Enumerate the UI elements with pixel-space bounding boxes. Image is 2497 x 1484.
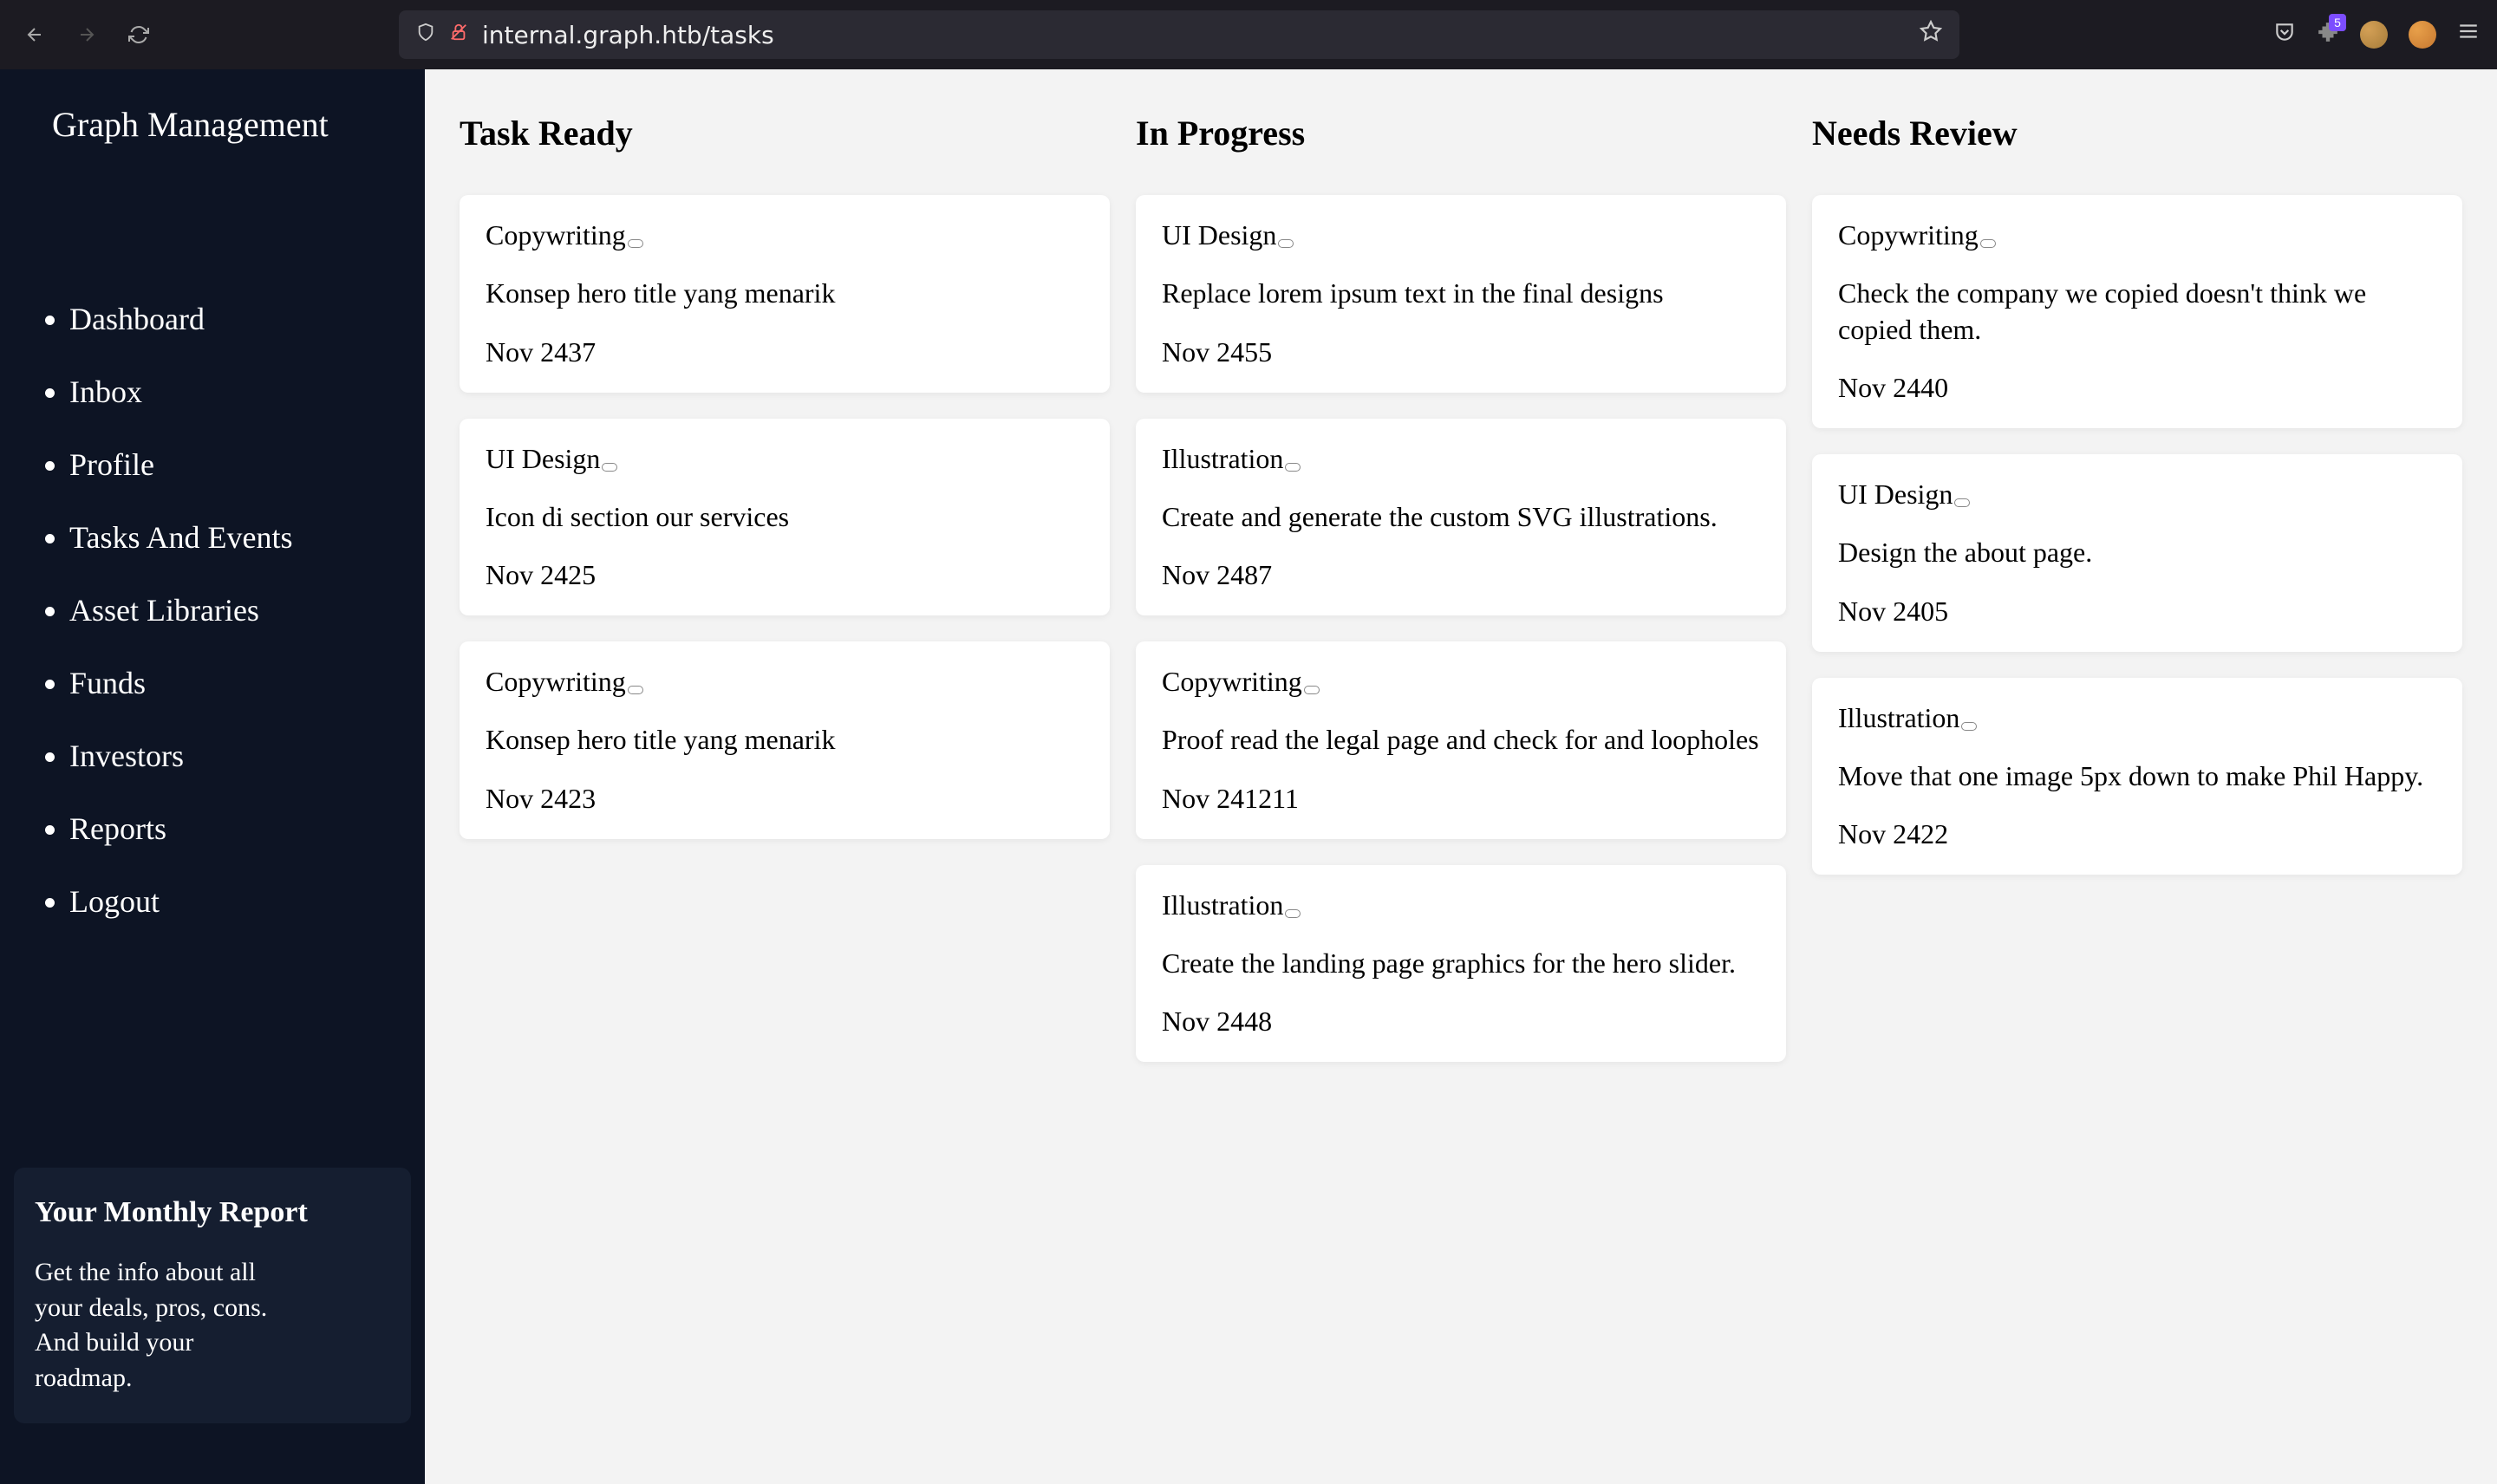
card-tag: Illustration [1162, 889, 1760, 921]
column-title: Needs Review [1812, 113, 2462, 153]
column-needs-review: Needs Review Copywriting Check the compa… [1812, 113, 2462, 1088]
card-tag: Illustration [1838, 702, 2436, 734]
pocket-icon[interactable] [2273, 21, 2296, 49]
card-tag: Copywriting [1838, 219, 2436, 251]
card-tag: Copywriting [1162, 666, 1760, 698]
forward-button[interactable] [69, 24, 104, 45]
column-in-progress: In Progress UI Design Replace lorem ipsu… [1136, 113, 1786, 1088]
tag-icon [1304, 686, 1320, 694]
tag-icon [1285, 463, 1301, 472]
card-desc: Design the about page. [1838, 535, 2436, 571]
sidebar-item-investors[interactable]: Investors [69, 738, 425, 774]
card-tag: UI Design [486, 443, 1084, 475]
back-button[interactable] [17, 24, 52, 45]
sidebar-item-profile[interactable]: Profile [69, 446, 425, 483]
extension-icon[interactable]: 5 [2317, 21, 2339, 49]
card-date: Nov 2425 [486, 559, 1084, 591]
card-date: Nov 2423 [486, 783, 1084, 815]
extension-badge: 5 [2329, 14, 2346, 31]
tag-icon [1961, 722, 1977, 731]
cookie-extension-icon[interactable] [2360, 21, 2388, 49]
task-card[interactable]: Illustration Move that one image 5px dow… [1812, 678, 2462, 875]
card-tag: Illustration [1162, 443, 1760, 475]
card-desc: Replace lorem ipsum text in the final de… [1162, 276, 1760, 312]
report-title: Your Monthly Report [35, 1195, 390, 1231]
sidebar-item-funds[interactable]: Funds [69, 665, 425, 701]
sidebar-item-tasks[interactable]: Tasks And Events [69, 519, 425, 556]
card-desc: Create the landing page graphics for the… [1162, 946, 1760, 982]
reload-button[interactable] [121, 24, 156, 45]
app-title: Graph Management [0, 104, 425, 145]
task-card[interactable]: Illustration Create and generate the cus… [1136, 419, 1786, 616]
card-date: Nov 2440 [1838, 372, 2436, 404]
card-date: Nov 2405 [1838, 596, 2436, 628]
hamburger-menu-icon[interactable] [2457, 20, 2480, 49]
card-desc: Create and generate the custom SVG illus… [1162, 499, 1760, 536]
task-card[interactable]: Copywriting Konsep hero title yang menar… [460, 195, 1110, 393]
card-desc: Konsep hero title yang menarik [486, 722, 1084, 758]
task-card[interactable]: Copywriting Check the company we copied … [1812, 195, 2462, 428]
extension-avatar-icon[interactable] [2409, 21, 2436, 49]
column-title: Task Ready [460, 113, 1110, 153]
sidebar: Graph Management Dashboard Inbox Profile… [0, 69, 425, 1484]
task-card[interactable]: Copywriting Konsep hero title yang menar… [460, 641, 1110, 839]
sidebar-item-inbox[interactable]: Inbox [69, 374, 425, 410]
tag-icon [1285, 909, 1301, 918]
column-task-ready: Task Ready Copywriting Konsep hero title… [460, 113, 1110, 1088]
shield-icon[interactable] [416, 23, 435, 48]
card-desc: Check the company we copied doesn't thin… [1838, 276, 2436, 348]
nav-list: Dashboard Inbox Profile Tasks And Events… [0, 301, 425, 956]
tag-icon [602, 463, 617, 472]
browser-toolbar: internal.graph.htb/tasks 5 [0, 0, 2497, 69]
column-title: In Progress [1136, 113, 1786, 153]
card-desc: Move that one image 5px down to make Phi… [1838, 758, 2436, 795]
task-card[interactable]: UI Design Icon di section our services N… [460, 419, 1110, 616]
tag-icon [1954, 498, 1970, 507]
report-desc: Get the info about all your deals, pros,… [35, 1255, 295, 1396]
sidebar-item-reports[interactable]: Reports [69, 810, 425, 847]
lock-insecure-icon[interactable] [449, 23, 468, 48]
card-date: Nov 2455 [1162, 336, 1760, 368]
card-desc: Proof read the legal page and check for … [1162, 722, 1760, 758]
kanban-board: Task Ready Copywriting Konsep hero title… [460, 113, 2462, 1088]
browser-toolbar-right: 5 [2273, 20, 2480, 49]
tag-icon [628, 686, 643, 694]
task-card[interactable]: Copywriting Proof read the legal page an… [1136, 641, 1786, 839]
card-desc: Icon di section our services [486, 499, 1084, 536]
card-date: Nov 2422 [1838, 818, 2436, 850]
task-card[interactable]: UI Design Replace lorem ipsum text in th… [1136, 195, 1786, 393]
card-date: Nov 2437 [486, 336, 1084, 368]
card-tag: Copywriting [486, 666, 1084, 698]
card-desc: Konsep hero title yang menarik [486, 276, 1084, 312]
sidebar-item-logout[interactable]: Logout [69, 883, 425, 920]
tag-icon [1980, 239, 1996, 248]
address-bar[interactable]: internal.graph.htb/tasks [399, 10, 1959, 59]
card-date: Nov 2448 [1162, 1006, 1760, 1038]
card-tag: Copywriting [486, 219, 1084, 251]
tag-icon [1278, 239, 1294, 248]
card-date: Nov 2487 [1162, 559, 1760, 591]
card-date: Nov 241211 [1162, 783, 1760, 815]
sidebar-item-dashboard[interactable]: Dashboard [69, 301, 425, 337]
task-card[interactable]: UI Design Design the about page. Nov 240… [1812, 454, 2462, 652]
monthly-report-card[interactable]: Your Monthly Report Get the info about a… [14, 1168, 411, 1423]
main-content: Task Ready Copywriting Konsep hero title… [425, 69, 2497, 1484]
sidebar-item-assets[interactable]: Asset Libraries [69, 592, 425, 628]
bookmark-star-icon[interactable] [1920, 20, 1942, 49]
tag-icon [628, 239, 643, 248]
url-text: internal.graph.htb/tasks [482, 21, 1906, 49]
card-tag: UI Design [1162, 219, 1760, 251]
app-container: Graph Management Dashboard Inbox Profile… [0, 69, 2497, 1484]
task-card[interactable]: Illustration Create the landing page gra… [1136, 865, 1786, 1063]
card-tag: UI Design [1838, 478, 2436, 511]
